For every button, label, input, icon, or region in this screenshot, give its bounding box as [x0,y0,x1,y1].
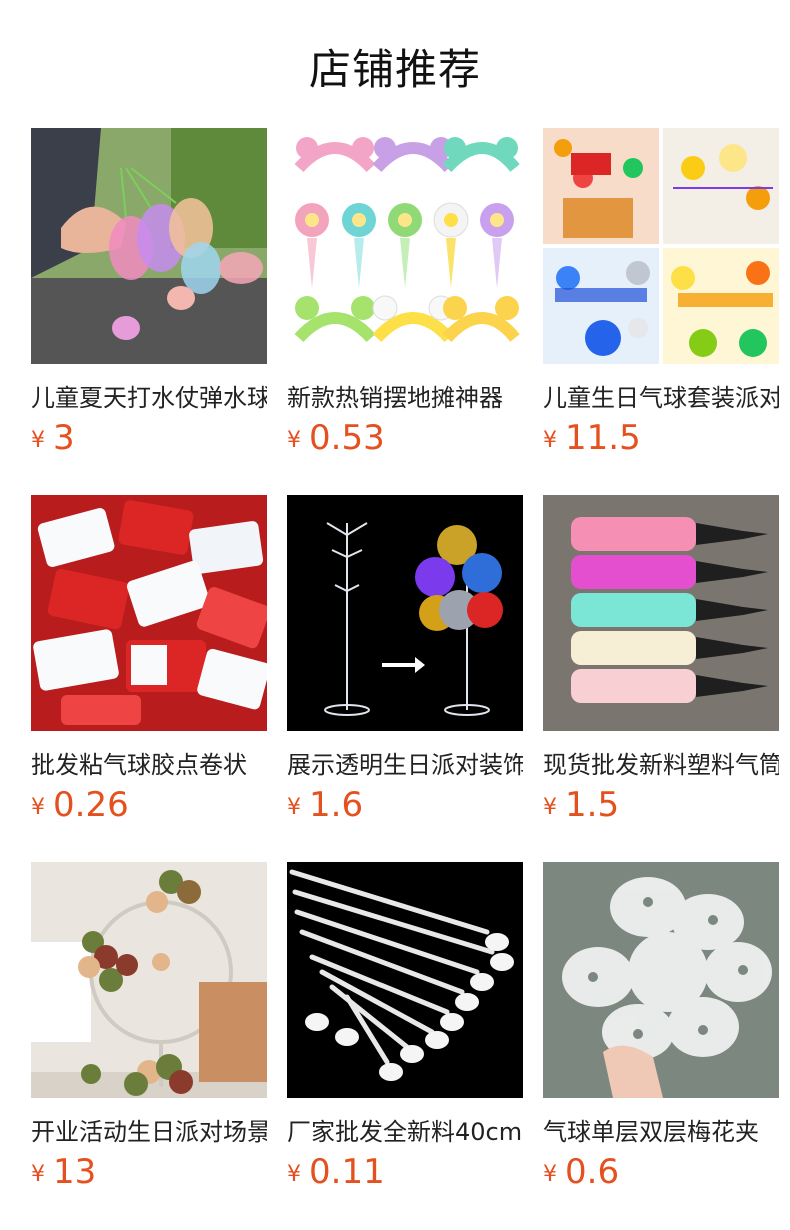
product-card[interactable]: 现货批发新料塑料气筒 ¥1.5 [543,495,779,835]
currency-symbol: ¥ [543,795,557,820]
price-amount: 0.6 [565,1152,620,1192]
product-image[interactable] [543,862,779,1098]
price-amount: 1.6 [309,785,364,825]
currency-symbol: ¥ [543,428,557,453]
product-card[interactable]: 厂家批发全新料40cm ¥0.11 [287,862,523,1202]
currency-symbol: ¥ [287,428,301,453]
product-image[interactable] [31,128,267,364]
price-amount: 0.26 [53,785,129,825]
product-name[interactable]: 气球单层双层梅花夹 [543,1112,779,1146]
product-image[interactable] [287,862,523,1098]
currency-symbol: ¥ [31,1162,45,1187]
currency-symbol: ¥ [543,1162,557,1187]
currency-symbol: ¥ [287,1162,301,1187]
product-price: ¥3 [31,418,267,458]
currency-symbol: ¥ [287,795,301,820]
currency-symbol: ¥ [31,428,45,453]
price-amount: 13 [53,1152,97,1192]
product-card[interactable]: 展示透明生日派对装饰 ¥1.6 [287,495,523,835]
product-image[interactable] [287,495,523,731]
product-image[interactable] [543,128,779,364]
price-amount: 0.53 [309,418,385,458]
product-card[interactable]: 开业活动生日派对场景 ¥13 [31,862,267,1202]
product-price: ¥0.11 [287,1152,523,1192]
product-price: ¥1.6 [287,785,523,825]
product-price: ¥13 [31,1152,267,1192]
product-card[interactable]: 儿童夏天打水仗弹水球 ¥3 [31,128,267,468]
product-image[interactable] [287,128,523,364]
product-price: ¥11.5 [543,418,779,458]
product-price: ¥0.6 [543,1152,779,1192]
product-name[interactable]: 儿童生日气球套装派对 [543,378,779,412]
product-image[interactable] [31,862,267,1098]
price-amount: 1.5 [565,785,620,825]
product-card[interactable]: 新款热销摆地摊神器 ¥0.53 [287,128,523,468]
product-name[interactable]: 展示透明生日派对装饰 [287,745,523,779]
product-price: ¥0.53 [287,418,523,458]
product-name[interactable]: 厂家批发全新料40cm [287,1112,523,1146]
product-name[interactable]: 新款热销摆地摊神器 [287,378,523,412]
product-price: ¥0.26 [31,785,267,825]
currency-symbol: ¥ [31,795,45,820]
product-card[interactable]: 儿童生日气球套装派对 ¥11.5 [543,128,779,468]
product-image[interactable] [31,495,267,731]
price-amount: 11.5 [565,418,641,458]
product-card[interactable]: 气球单层双层梅花夹 ¥0.6 [543,862,779,1202]
product-card[interactable]: 批发粘气球胶点卷状 ¥0.26 [31,495,267,835]
product-price: ¥1.5 [543,785,779,825]
product-name[interactable]: 开业活动生日派对场景 [31,1112,267,1146]
section-title: 店铺推荐 [308,45,481,94]
price-amount: 0.11 [309,1152,385,1192]
price-amount: 3 [53,418,75,458]
product-image[interactable] [543,495,779,731]
product-name[interactable]: 现货批发新料塑料气筒 [543,745,779,779]
product-name[interactable]: 批发粘气球胶点卷状 [31,745,267,779]
product-name[interactable]: 儿童夏天打水仗弹水球 [31,378,267,412]
